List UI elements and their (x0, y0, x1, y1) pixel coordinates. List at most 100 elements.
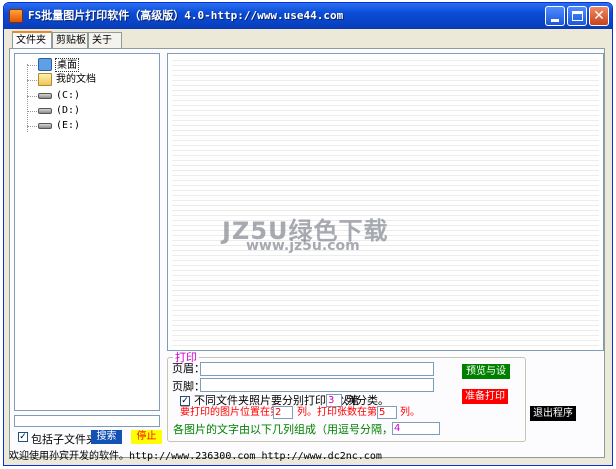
ruled-line (172, 100, 599, 101)
close-button[interactable]: ✕ (589, 6, 609, 26)
ruled-line (172, 160, 599, 161)
prepare-print-button[interactable]: 准备打印 (462, 389, 508, 404)
ruled-line (172, 175, 599, 176)
drive-icon (38, 108, 52, 114)
ruled-line (172, 285, 599, 286)
ruled-line (172, 155, 599, 156)
tree-branch-line (27, 96, 37, 97)
tree-branch-line (27, 126, 37, 127)
ruled-line (172, 140, 599, 141)
tree-item-drive-c[interactable]: (C:) (21, 89, 151, 103)
filter-input[interactable] (14, 415, 160, 427)
count-suffix: 列。 (400, 407, 420, 418)
status-bar: 欢迎使用孙宾开发的软件。http://www.236300.com http:/… (9, 451, 382, 462)
ruled-line (172, 325, 599, 326)
ruled-line (172, 275, 599, 276)
footer-input[interactable] (200, 378, 434, 392)
watermark-url: www.jz5u.com (246, 238, 360, 254)
tab-clipboard[interactable]: 剪贴板 (52, 32, 88, 49)
documents-folder-icon (38, 73, 52, 86)
maximize-button[interactable] (567, 6, 587, 26)
tree-branch-line (27, 65, 37, 66)
ruled-line (172, 250, 599, 251)
tree-item-label: (C:) (56, 90, 81, 101)
tree-item-my-documents[interactable]: 我的文档 (21, 73, 151, 87)
ruled-line (172, 135, 599, 136)
drive-icon (38, 93, 52, 99)
ruled-line (172, 60, 599, 61)
ruled-line (172, 120, 599, 121)
ruled-line (172, 170, 599, 171)
minimize-button[interactable] (545, 6, 565, 26)
minimize-icon (551, 19, 559, 22)
ruled-line (172, 75, 599, 76)
tab-folder[interactable]: 文件夹 (12, 31, 52, 49)
tree-item-label: (E:) (56, 120, 81, 131)
image-list-panel[interactable] (167, 53, 604, 351)
ruled-line (172, 85, 599, 86)
ruled-line (172, 145, 599, 146)
ruled-line (172, 90, 599, 91)
ruled-line (172, 340, 599, 341)
tree-item-label: 我的文档 (56, 74, 96, 85)
ruled-line (172, 95, 599, 96)
ruled-line (172, 320, 599, 321)
exit-button[interactable]: 退出程序 (530, 406, 576, 421)
ruled-line (172, 310, 599, 311)
ruled-line (172, 110, 599, 111)
ruled-line (172, 125, 599, 126)
ruled-line (172, 345, 599, 346)
ruled-line (172, 105, 599, 106)
title-bar[interactable]: FS批量图片打印软件（高级版）4.0-http://www.use44.com … (4, 3, 612, 29)
tree-item-desktop[interactable]: 桌面 (21, 58, 151, 72)
ruled-line (172, 150, 599, 151)
ruled-line (172, 65, 599, 66)
ruled-line (172, 280, 599, 281)
include-subfolders-checkbox[interactable]: ✓ (18, 432, 28, 442)
ruled-line (172, 70, 599, 71)
ruled-line (172, 315, 599, 316)
tab-about[interactable]: 关于 (88, 32, 122, 49)
stop-button[interactable]: 停止 (131, 430, 162, 444)
ruled-line (172, 335, 599, 336)
tree-item-drive-d[interactable]: (D:) (21, 104, 151, 118)
preview-settings-button[interactable]: 预览与设置 (462, 364, 510, 392)
ruled-line (172, 265, 599, 266)
ruled-line (172, 295, 599, 296)
ruled-line (172, 180, 599, 181)
window-title: FS批量图片打印软件（高级版）4.0-http://www.use44.com (28, 9, 344, 22)
drive-icon (38, 123, 52, 129)
desktop-icon (38, 58, 52, 71)
ruled-line (172, 255, 599, 256)
tree-branch-line (27, 111, 37, 112)
ruled-line (172, 115, 599, 116)
header-input[interactable] (200, 362, 434, 376)
ruled-line (172, 290, 599, 291)
count-column-input[interactable]: 5 (377, 406, 397, 419)
close-icon: ✕ (593, 8, 605, 24)
ruled-line (172, 305, 599, 306)
position-column-input[interactable]: 2 (273, 406, 293, 419)
ruled-line (172, 165, 599, 166)
folder-tree[interactable]: 桌面 我的文档 (C:) (D:) (E:) (14, 53, 160, 411)
ruled-line (172, 330, 599, 331)
ruled-line (172, 270, 599, 271)
ruled-line (172, 260, 599, 261)
search-button[interactable]: 搜索 (91, 430, 122, 444)
separate-print-checkbox[interactable]: ✓ (180, 396, 190, 406)
count-label: 列。打印张数在第 (297, 407, 377, 418)
caption-columns-input[interactable]: 4 (392, 422, 440, 435)
include-subfolders-label: 包括子文件夹 (31, 433, 97, 446)
ruled-line (172, 205, 599, 206)
app-icon (9, 9, 23, 23)
ruled-line (172, 130, 599, 131)
tree-branch-line (27, 80, 37, 81)
position-label: 要打印的图片位置在第 (180, 407, 280, 418)
ruled-line (172, 300, 599, 301)
tree-item-label: 桌面 (55, 58, 79, 72)
tree-item-drive-e[interactable]: (E:) (21, 119, 151, 133)
ruled-line (172, 185, 599, 186)
ruled-line (172, 190, 599, 191)
tree-item-label: (D:) (56, 105, 81, 116)
ruled-line (172, 195, 599, 196)
